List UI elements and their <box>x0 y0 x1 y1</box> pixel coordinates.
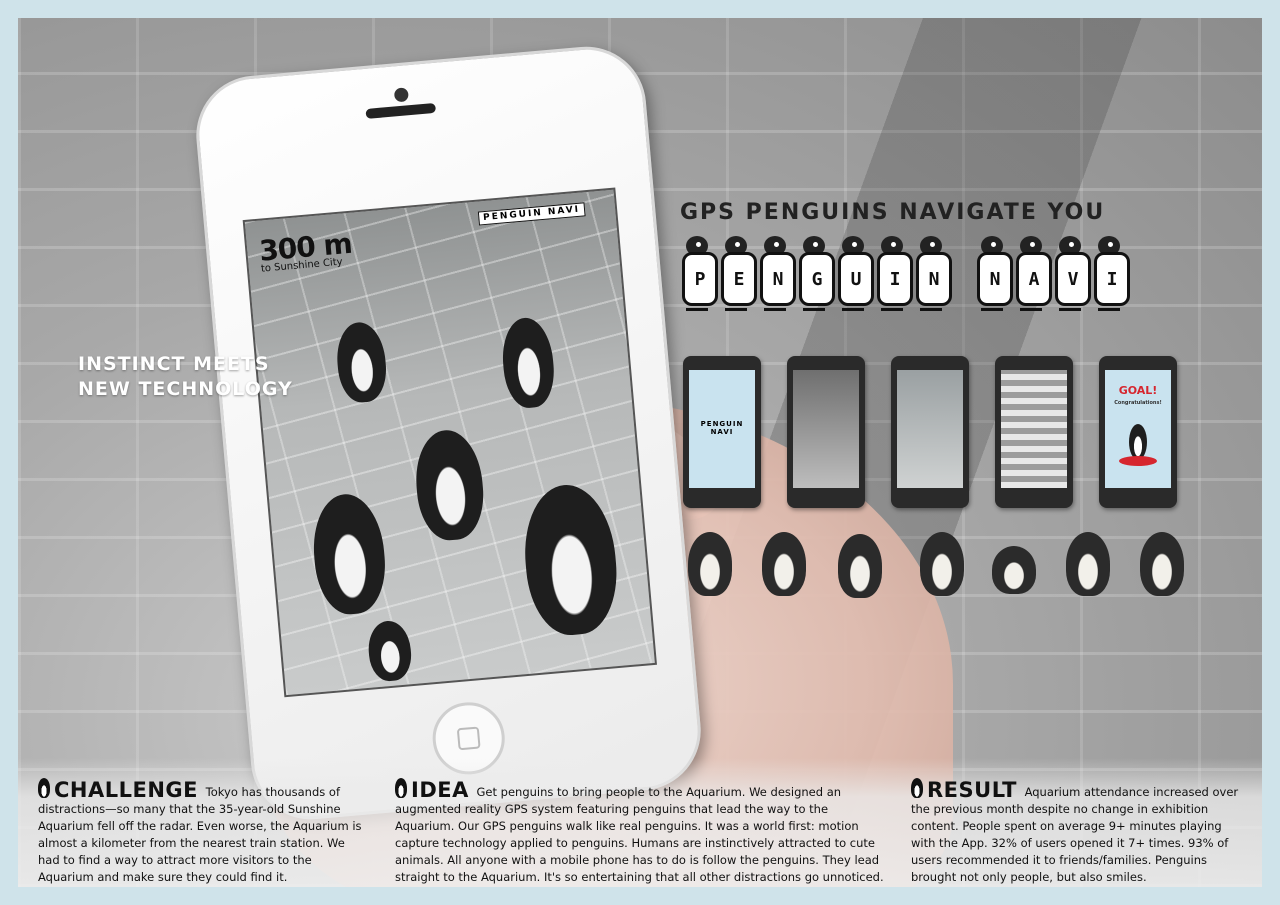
iphone: 300 m to Sunshine City PENGUIN NAVI <box>191 41 706 825</box>
splash-logo: PENGUIN NAVI <box>700 420 744 436</box>
logo-penguin: I <box>875 236 913 314</box>
penguin-bullet-icon <box>38 778 50 798</box>
goal-penguin-icon <box>1129 424 1147 460</box>
goal-label: GOAL! <box>1118 384 1158 397</box>
tagline-line-2: NEW TECHNOLOGY <box>78 378 293 400</box>
penguin-5 <box>519 481 622 639</box>
penguin-bullet-icon <box>911 778 923 798</box>
logo-penguin: V <box>1053 236 1091 314</box>
penguin-pose-7-icon <box>1140 532 1184 596</box>
tagline: INSTINCT MEETS NEW TECHNOLOGY <box>78 352 293 402</box>
front-camera <box>393 87 409 103</box>
tagline-line-1: INSTINCT MEETS <box>78 353 270 375</box>
penguin-pose-2-icon <box>762 532 806 596</box>
penguin-bullet-icon <box>395 778 407 798</box>
logo-penguin: N <box>758 236 796 314</box>
penguin-pose-6-icon <box>1066 532 1110 596</box>
penguin-navi-logo: P E N G U I N N A V I <box>680 236 1130 326</box>
logo-penguin: P <box>680 236 718 314</box>
result-panel: RESULT Aquarium attendance increased ove… <box>911 778 1241 886</box>
penguin-4 <box>309 491 390 617</box>
penguin-motion-row <box>680 528 1184 603</box>
ar-screen: 300 m to Sunshine City PENGUIN NAVI <box>242 187 657 698</box>
challenge-panel: CHALLENGE Tokyo has thousands of distrac… <box>38 778 368 886</box>
penguin-pose-1-icon <box>688 532 732 596</box>
penguin-1 <box>334 320 389 405</box>
penguin-pose-4-icon <box>920 532 964 596</box>
speaker-slot <box>365 102 437 119</box>
penguin-mascot-icon <box>366 619 414 683</box>
logo-penguin: N <box>975 236 1013 314</box>
idea-heading: IDEA <box>411 778 469 802</box>
penguin-3 <box>411 427 488 543</box>
logo-penguin: N <box>914 236 952 314</box>
logo-penguin: A <box>1014 236 1052 314</box>
distance-readout: 300 m to Sunshine City <box>258 227 354 275</box>
app-screens-strip: PENGUIN NAVI GOAL! Congratulations! <box>683 356 1183 511</box>
headline: GPS PENGUINS NAVIGATE YOU <box>680 200 1106 225</box>
logo-penguin: G <box>797 236 835 314</box>
logo-penguin: E <box>719 236 757 314</box>
app-screen-street-1 <box>787 356 865 508</box>
result-heading: RESULT <box>927 778 1017 802</box>
app-screen-street-2 <box>891 356 969 508</box>
challenge-heading: CHALLENGE <box>54 778 199 802</box>
idea-panel: IDEA Get penguins to bring people to the… <box>395 778 885 886</box>
app-logo-small: PENGUIN NAVI <box>477 202 586 226</box>
app-screen-splash: PENGUIN NAVI <box>683 356 761 508</box>
goal-mat <box>1119 456 1157 466</box>
penguin-pose-3-icon <box>838 534 882 598</box>
app-screen-goal: GOAL! Congratulations! <box>1099 356 1177 508</box>
congrats-label: Congratulations! <box>1114 400 1162 406</box>
app-screen-crosswalk <box>995 356 1073 508</box>
logo-penguin: U <box>836 236 874 314</box>
poster: 300 m to Sunshine City PENGUIN NAVI GPS … <box>18 18 1262 887</box>
penguin-pose-5-icon <box>992 546 1036 594</box>
penguin-2 <box>499 315 558 410</box>
logo-penguin: I <box>1092 236 1130 314</box>
